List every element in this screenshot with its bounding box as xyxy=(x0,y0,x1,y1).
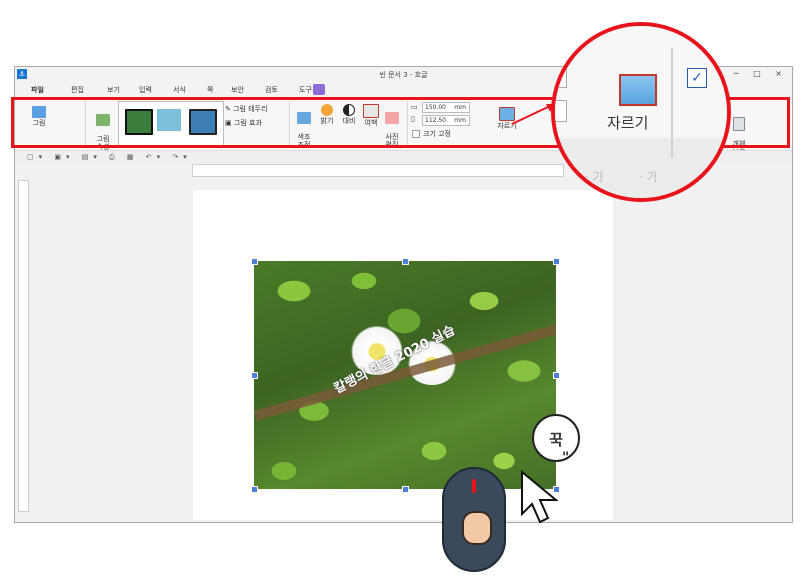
screenshot-root: { "window": { "title": "빈 문서 3 - 호글", "c… xyxy=(0,0,800,587)
toolbar-fragment-1: · 가 xyxy=(585,170,604,184)
branch xyxy=(254,322,556,421)
menu-security[interactable]: 보안 xyxy=(231,85,244,95)
mouse-wheel xyxy=(472,479,476,493)
spin-down[interactable] xyxy=(555,100,567,122)
click-callout: 꾹 xyxy=(532,414,580,462)
crop-icon[interactable] xyxy=(619,74,657,106)
toolbar-fragment-2: · 가 xyxy=(639,170,658,184)
checkbox-icon[interactable]: ✓ xyxy=(687,68,707,88)
magnifier-crop-label[interactable]: 자르기 xyxy=(607,112,648,133)
vertical-ruler[interactable] xyxy=(18,180,29,512)
resize-handle[interactable] xyxy=(251,372,258,379)
menu-format[interactable]: 서식 xyxy=(173,85,186,95)
hand-icon xyxy=(462,511,492,545)
resize-handle[interactable] xyxy=(251,486,258,493)
resize-handle[interactable] xyxy=(553,372,560,379)
resize-handle[interactable] xyxy=(402,258,409,265)
resize-handle[interactable] xyxy=(553,258,560,265)
mouse-click-icon xyxy=(442,467,506,572)
menu-review[interactable]: 검토 xyxy=(265,85,278,95)
separator xyxy=(671,48,673,158)
menu-view[interactable]: 보기 xyxy=(107,85,120,95)
menu-page[interactable]: 쪽 xyxy=(207,85,213,95)
callout-marks: " xyxy=(562,450,570,466)
magnifier-callout: 자르기 ✓ · 가 · 가 xyxy=(551,22,731,202)
inserted-photo[interactable] xyxy=(254,261,556,489)
picture-tool-tab[interactable] xyxy=(313,84,325,95)
resize-handle[interactable] xyxy=(251,258,258,265)
resize-handle[interactable] xyxy=(402,486,409,493)
arrow-cursor-icon xyxy=(521,470,559,524)
menu-file[interactable]: 파일 xyxy=(31,85,44,95)
horizontal-ruler[interactable] xyxy=(192,164,564,177)
menu-insert[interactable]: 입력 xyxy=(139,85,152,95)
quick-access-icons[interactable]: ▢▾ ▣▾ ▤▾ ⎙ ▦ ↶▾ ↷▾ xyxy=(27,153,192,162)
menu-tools[interactable]: 도구 xyxy=(299,85,312,95)
menu-edit[interactable]: 편집 xyxy=(71,85,84,95)
